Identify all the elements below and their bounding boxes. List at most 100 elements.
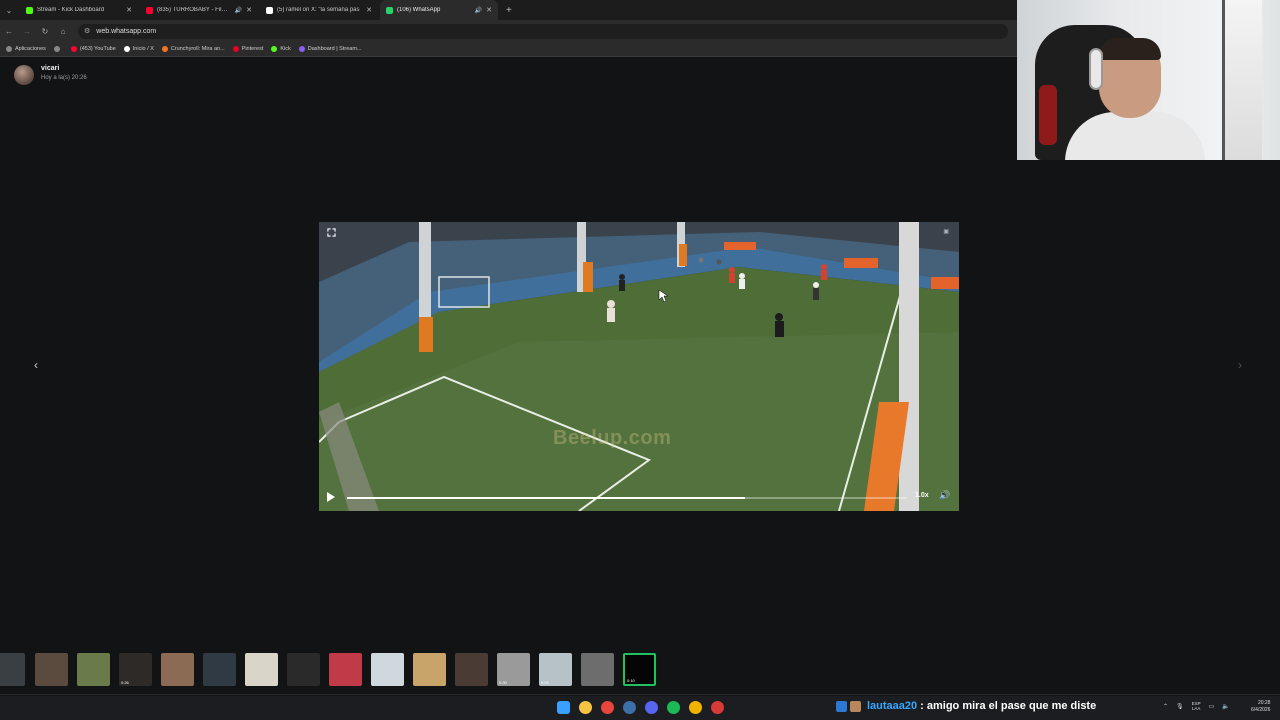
media-thumbnail[interactable]	[455, 653, 488, 686]
tab-title: (5) ramel on X: "la semana pas	[277, 7, 360, 13]
bookmark-label: Crunchyroll: Mira an...	[170, 46, 225, 52]
playback-speed-button[interactable]: 1.0x	[915, 492, 929, 499]
tabs-container: Stream - Kick Dashboard ✕ (835) TURROBABY …	[18, 0, 498, 20]
media-sender-header: vicari Hoy a la(s) 20:26	[14, 65, 87, 85]
tab-favicon-icon	[26, 6, 33, 14]
tray-chevron-icon[interactable]: ⌃	[1163, 703, 1168, 710]
browser-tab-bar: ⌄ Stream - Kick Dashboard ✕ (835) TURROBAB…	[0, 0, 1017, 20]
tab-title: (106) WhatsApp	[397, 7, 441, 13]
media-thumbnail[interactable]	[203, 653, 236, 686]
bookmark-item[interactable]: Aplicaciones	[6, 46, 46, 52]
tab-close-icon[interactable]: ✕	[366, 6, 372, 14]
tab-audio-icon[interactable]: 🔊	[235, 7, 242, 14]
browser-tab[interactable]: (106) WhatsApp 🔊 ✕	[380, 0, 498, 20]
bookmark-item[interactable]: Crunchyroll: Mira an...	[161, 46, 225, 52]
obs-icon[interactable]	[711, 701, 724, 714]
bookmark-label: Kick	[280, 46, 291, 52]
tab-search-icon[interactable]: ⌄	[0, 0, 18, 20]
next-media-button[interactable]: ›	[1238, 358, 1242, 372]
steam-icon[interactable]	[623, 701, 636, 714]
network-icon[interactable]: ▭	[1209, 703, 1215, 710]
media-thumbnail[interactable]: 0:09	[539, 653, 572, 686]
bookmark-label: Pinterest	[241, 46, 264, 52]
sender-timestamp: Hoy a la(s) 20:26	[41, 75, 87, 81]
spotify-icon[interactable]	[667, 701, 680, 714]
thumbnail-duration: 0:09	[541, 680, 549, 685]
clock-time: 20:28	[1257, 700, 1271, 706]
beelup-corner-logo: ▣	[943, 229, 949, 235]
speaker-icon[interactable]: 🔈	[1222, 703, 1229, 710]
strip-divider	[0, 694, 1280, 695]
reload-button[interactable]: ↻	[36, 27, 54, 36]
webcam-chair-accent	[1039, 85, 1057, 145]
bookmark-item[interactable]: (453) YouTube	[70, 46, 116, 52]
media-thumbnail[interactable]	[245, 653, 278, 686]
language-indicator[interactable]: ESP LAA	[1192, 701, 1201, 711]
bookmark-favicon-icon	[298, 46, 305, 52]
tab-audio-icon[interactable]: 🔊	[475, 7, 482, 14]
media-thumbnail[interactable]	[329, 653, 362, 686]
tab-close-icon[interactable]: ✕	[246, 6, 252, 14]
tab-favicon-icon	[386, 6, 393, 14]
bookmark-favicon-icon	[6, 46, 12, 52]
home-button[interactable]: ⌂	[54, 27, 72, 36]
url-input[interactable]: ⚙ web.whatsapp.com	[78, 23, 1008, 39]
tab-close-icon[interactable]: ✕	[486, 6, 492, 14]
thumbnail-duration: 0:30	[499, 680, 507, 685]
bookmark-item[interactable]: Kick	[271, 46, 291, 52]
bookmark-item[interactable]: Inicio / X	[123, 46, 154, 52]
media-thumbnail[interactable]	[581, 653, 614, 686]
chrome-alt-icon[interactable]	[689, 701, 702, 714]
bookmark-label: Dashboard | Stream...	[307, 46, 362, 52]
bookmark-label: Aplicaciones	[15, 46, 46, 52]
microphone-icon[interactable]: 🎙	[1176, 703, 1184, 710]
back-button[interactable]: ←	[0, 27, 18, 36]
bookmarks-bar: Aplicaciones (453) YouTube Inicio / X Crunc…	[0, 42, 1017, 57]
media-thumbnail[interactable]	[0, 653, 25, 686]
video-player[interactable]: ▣ Beelup.com 1.0x 🔊	[319, 222, 959, 511]
bookmark-favicon-icon	[271, 46, 278, 52]
video-watermark: Beelup.com	[553, 427, 672, 449]
avatar[interactable]	[14, 65, 34, 85]
stream-chat-overlay: lautaaa20 : amigo mira el pase que me di…	[836, 700, 1096, 712]
browser-tab[interactable]: Stream - Kick Dashboard ✕	[20, 0, 138, 20]
fullscreen-icon[interactable]	[327, 228, 336, 237]
new-tab-button[interactable]: +	[506, 5, 512, 16]
forward-button[interactable]: →	[18, 27, 36, 36]
video-seek-bar[interactable]	[347, 497, 907, 499]
discord-icon[interactable]	[645, 701, 658, 714]
media-thumbnail[interactable]	[77, 653, 110, 686]
media-thumbnail[interactable]: 0:26	[119, 653, 152, 686]
tab-favicon-icon	[266, 6, 273, 14]
chrome-icon[interactable]	[601, 701, 614, 714]
browser-tab[interactable]: (5) ramel on X: "la semana pas ✕	[260, 0, 378, 20]
play-icon[interactable]	[327, 492, 335, 502]
media-thumbnail[interactable]: 0:30	[497, 653, 530, 686]
file-explorer-icon[interactable]	[579, 701, 592, 714]
language-bottom: LAA	[1191, 706, 1201, 711]
webcam-overlay	[1017, 0, 1280, 160]
taskbar-clock[interactable]: 20:28 6/4/2026	[1251, 700, 1270, 714]
media-thumbnail-strip: 0:26 0:30 0:09 0:10	[0, 650, 1280, 690]
media-thumbnail[interactable]	[35, 653, 68, 686]
media-thumbnail[interactable]	[413, 653, 446, 686]
tab-favicon-icon	[146, 6, 153, 14]
bookmark-item[interactable]: Dashboard | Stream...	[298, 46, 362, 52]
windows-start-icon[interactable]	[557, 701, 570, 714]
bookmark-item[interactable]	[53, 46, 63, 52]
bookmark-favicon-icon	[123, 46, 130, 52]
volume-icon[interactable]: 🔊	[939, 490, 950, 501]
tab-title: Stream - Kick Dashboard	[37, 7, 105, 13]
tab-close-icon[interactable]: ✕	[126, 6, 132, 14]
bookmark-favicon-icon	[53, 46, 60, 52]
media-thumbnail[interactable]: 0:10	[623, 653, 656, 686]
webcam-background-door	[1222, 0, 1262, 160]
bookmark-item[interactable]: Pinterest	[232, 46, 264, 52]
browser-tab[interactable]: (835) TURROBABY - Filmen 🔊 ✕	[140, 0, 258, 20]
media-thumbnail[interactable]	[161, 653, 194, 686]
previous-media-button[interactable]: ‹	[34, 358, 38, 372]
media-thumbnail[interactable]	[287, 653, 320, 686]
thumbnail-duration: 0:10	[627, 678, 635, 683]
media-thumbnail[interactable]	[371, 653, 404, 686]
site-info-icon[interactable]: ⚙	[84, 27, 90, 35]
